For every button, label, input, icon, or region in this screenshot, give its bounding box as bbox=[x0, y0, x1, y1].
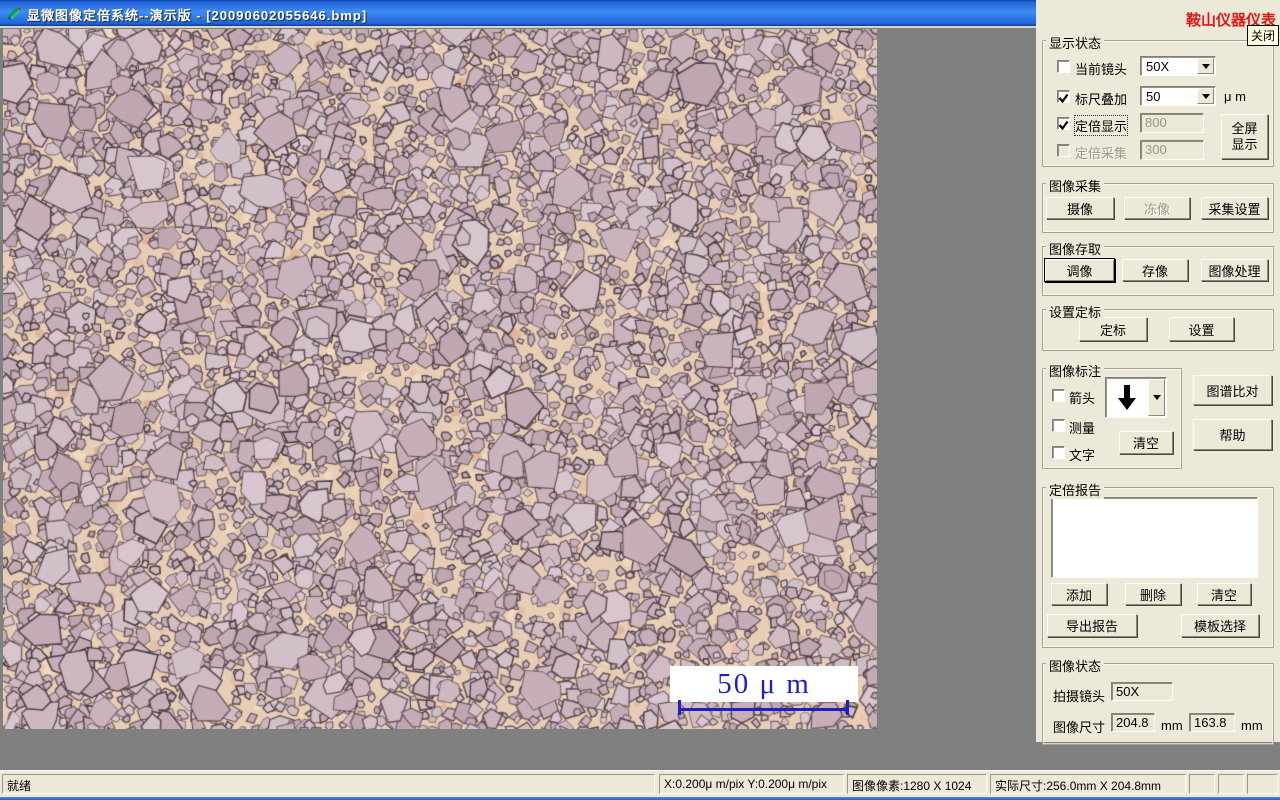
calibration-setup-button[interactable]: 设置 bbox=[1169, 317, 1234, 341]
arrow-style-dropdown-button[interactable] bbox=[1148, 379, 1165, 416]
annotation-clear-button[interactable]: 清空 bbox=[1119, 431, 1173, 454]
fullscreen-label-2: 显示 bbox=[1231, 136, 1258, 152]
image-size-label: 图像尺寸 bbox=[1053, 720, 1106, 735]
fixed-display-field: 800 bbox=[1140, 113, 1204, 133]
arrow-checkbox[interactable] bbox=[1052, 389, 1065, 402]
ruler-unit-label: μ m bbox=[1224, 89, 1246, 104]
group-report-label: 定倍报告 bbox=[1046, 480, 1105, 499]
group-annotation-label: 图像标注 bbox=[1046, 361, 1105, 380]
fixed-capture-label: 定倍采集 bbox=[1075, 146, 1128, 161]
report-add-button[interactable]: 添加 bbox=[1051, 583, 1107, 605]
freeze-button: 冻像 bbox=[1124, 197, 1190, 219]
shoot-lens-field: 50X bbox=[1111, 682, 1173, 701]
text-checkbox[interactable] bbox=[1052, 446, 1065, 459]
image-process-button[interactable]: 图像处理 bbox=[1201, 259, 1268, 281]
load-image-button[interactable]: 调像 bbox=[1044, 258, 1115, 282]
chevron-down-icon bbox=[1201, 93, 1210, 99]
image-width-field: 204.8 bbox=[1111, 713, 1155, 732]
checkmark-icon bbox=[1058, 93, 1069, 104]
atlas-compare-button[interactable]: 图谱比对 bbox=[1193, 375, 1272, 405]
scale-bar-line bbox=[678, 708, 849, 711]
fixed-display-checkbox[interactable] bbox=[1057, 117, 1070, 131]
micrograph-canvas[interactable] bbox=[3, 29, 877, 729]
app-icon bbox=[7, 6, 21, 20]
help-button[interactable]: 帮助 bbox=[1193, 419, 1272, 450]
measure-label: 测量 bbox=[1069, 421, 1096, 436]
fixed-capture-checkbox bbox=[1057, 144, 1070, 157]
ruler-value: 50 bbox=[1146, 89, 1161, 104]
group-storage-label: 图像存取 bbox=[1046, 239, 1105, 258]
group-capture-label: 图像采集 bbox=[1046, 176, 1105, 195]
scale-bar-text: 50 μ m bbox=[717, 667, 811, 700]
status-ready: 就绪 bbox=[2, 774, 655, 794]
fixed-display-label: 定倍显示 bbox=[1073, 115, 1129, 136]
save-image-button[interactable]: 存像 bbox=[1122, 259, 1188, 281]
status-image-pixels: 图像像素:1280 X 1024 bbox=[847, 774, 987, 794]
image-height-field: 163.8 bbox=[1189, 713, 1235, 732]
chevron-down-icon bbox=[1152, 395, 1161, 400]
window-title: 显微图像定倍系统--演示版 - [20090602055646.bmp] bbox=[27, 8, 368, 23]
fullscreen-button[interactable]: 全屏 显示 bbox=[1221, 114, 1268, 159]
image-height-unit: mm bbox=[1241, 718, 1263, 733]
scale-bar-label-box: 50 μ m bbox=[670, 666, 858, 702]
current-lens-label: 当前镜头 bbox=[1075, 62, 1128, 77]
scale-bar-tick-right bbox=[846, 700, 849, 715]
close-tooltip: 关闭 bbox=[1247, 25, 1280, 46]
chevron-down-icon bbox=[1201, 63, 1210, 69]
arrow-label: 箭头 bbox=[1069, 391, 1096, 406]
report-clear-button[interactable]: 清空 bbox=[1197, 583, 1251, 605]
arrow-down-icon bbox=[1118, 385, 1136, 410]
current-lens-checkbox[interactable] bbox=[1057, 60, 1070, 73]
scale-bar-tick-left bbox=[678, 700, 681, 715]
arrow-style-combo[interactable] bbox=[1105, 377, 1167, 418]
fixed-capture-field: 300 bbox=[1140, 140, 1204, 160]
report-delete-button[interactable]: 删除 bbox=[1125, 583, 1181, 605]
group-calibration-label: 设置定标 bbox=[1046, 302, 1105, 321]
group-display-status-label: 显示状态 bbox=[1046, 33, 1105, 52]
export-report-button[interactable]: 导出报告 bbox=[1047, 614, 1137, 637]
status-empty-1 bbox=[1189, 774, 1215, 794]
ruler-value-combo[interactable]: 50 bbox=[1140, 86, 1216, 106]
status-bar: 就绪 X:0.200μ m/pix Y:0.200μ m/pix 图像像素:12… bbox=[0, 770, 1280, 797]
ruler-overlay-checkbox[interactable] bbox=[1057, 90, 1070, 104]
current-lens-combo[interactable]: 50X bbox=[1140, 56, 1216, 76]
shoot-lens-label: 拍摄镜头 bbox=[1053, 689, 1106, 704]
ruler-dropdown-button[interactable] bbox=[1197, 88, 1214, 104]
micrograph-image-area[interactable]: 50 μ m bbox=[3, 29, 877, 729]
capture-settings-button[interactable]: 采集设置 bbox=[1201, 197, 1268, 219]
status-actual-size: 实际尺寸:256.0mm X 204.8mm bbox=[990, 774, 1186, 794]
app-window: 显微图像定倍系统--演示版 - [20090602055646.bmp] 鞍山仪… bbox=[0, 0, 1280, 800]
group-image-status-label: 图像状态 bbox=[1046, 656, 1105, 675]
ruler-overlay-label: 标尺叠加 bbox=[1075, 92, 1128, 107]
fullscreen-label-1: 全屏 bbox=[1231, 120, 1258, 136]
report-list[interactable] bbox=[1051, 497, 1258, 578]
status-pixel-scale: X:0.200μ m/pix Y:0.200μ m/pix bbox=[659, 774, 844, 794]
shoot-button[interactable]: 摄像 bbox=[1046, 197, 1114, 219]
checkmark-icon bbox=[1058, 120, 1069, 131]
status-empty-2 bbox=[1218, 774, 1244, 794]
status-empty-3 bbox=[1247, 774, 1278, 794]
template-select-button[interactable]: 模板选择 bbox=[1181, 614, 1259, 637]
current-lens-value: 50X bbox=[1146, 59, 1170, 74]
image-width-unit: mm bbox=[1161, 718, 1183, 733]
measure-checkbox[interactable] bbox=[1052, 419, 1065, 432]
text-label: 文字 bbox=[1069, 448, 1096, 463]
current-lens-dropdown-button[interactable] bbox=[1197, 58, 1214, 74]
